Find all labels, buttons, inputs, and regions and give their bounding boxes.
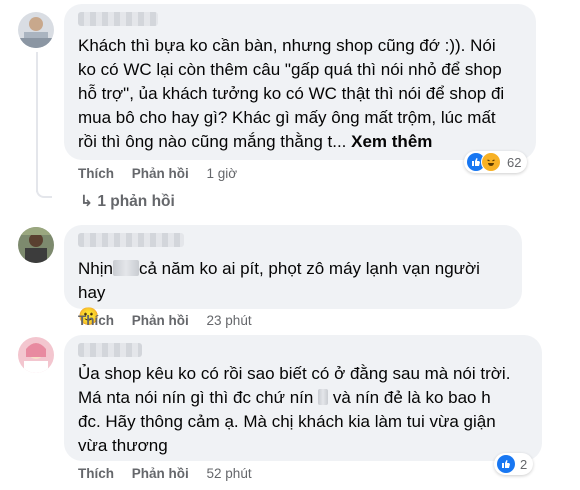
comment-actions: Thích Phản hồi 1 giờ — [78, 166, 251, 181]
reply-button[interactable]: Phản hồi — [132, 466, 189, 481]
comment-time[interactable]: 52 phút — [207, 466, 252, 481]
avatar[interactable] — [18, 12, 54, 48]
reaction-count: 62 — [507, 154, 522, 170]
author-name-blurred[interactable] — [78, 12, 158, 26]
haha-icon — [481, 152, 501, 172]
reaction-summary[interactable]: 62 — [464, 151, 528, 173]
comment-text: Ủa shop kêu ko có rồi sao biết có ở đằng… — [78, 364, 511, 455]
comment-actions: Thích Phản hồi 52 phút — [78, 466, 266, 481]
thread-line-curve — [36, 184, 52, 198]
reaction-summary[interactable]: 2 — [494, 453, 534, 475]
comment-time[interactable]: 1 giờ — [207, 166, 238, 181]
avatar[interactable] — [18, 227, 54, 263]
avatar[interactable] — [18, 337, 54, 373]
like-button[interactable]: Thích — [78, 466, 114, 481]
thread-line — [36, 52, 38, 192]
comment-bubble: Khách thì bựa ko cần bàn, nhưng shop cũn… — [64, 4, 536, 160]
redacted-text — [112, 260, 139, 276]
reply-button[interactable]: Phản hồi — [132, 313, 189, 328]
like-button[interactable]: Thích — [78, 166, 114, 181]
comment-time[interactable]: 23 phút — [207, 313, 252, 328]
comment-bubble: Nhịn cả năm ko ai pít, phọt zô máy lạnh v… — [64, 225, 522, 326]
like-button[interactable]: Thích — [78, 313, 114, 328]
author-name-blurred[interactable] — [78, 343, 142, 357]
redacted-text — [318, 389, 329, 405]
author-name-blurred[interactable] — [78, 233, 184, 247]
reaction-count: 2 — [520, 456, 528, 472]
view-replies-link[interactable]: ↳ 1 phản hồi — [80, 192, 175, 211]
see-more-link[interactable]: Xem thêm — [351, 132, 432, 151]
reply-arrow-icon: ↳ — [80, 193, 93, 210]
comment-text: Khách thì bựa ko cần bàn, nhưng shop cũn… — [78, 36, 505, 151]
comment-actions: Thích Phản hồi 23 phút — [78, 313, 266, 328]
like-icon — [497, 455, 515, 473]
reply-button[interactable]: Phản hồi — [132, 166, 189, 181]
comment-bubble: Ủa shop kêu ko có rồi sao biết có ở đằng… — [64, 335, 542, 461]
